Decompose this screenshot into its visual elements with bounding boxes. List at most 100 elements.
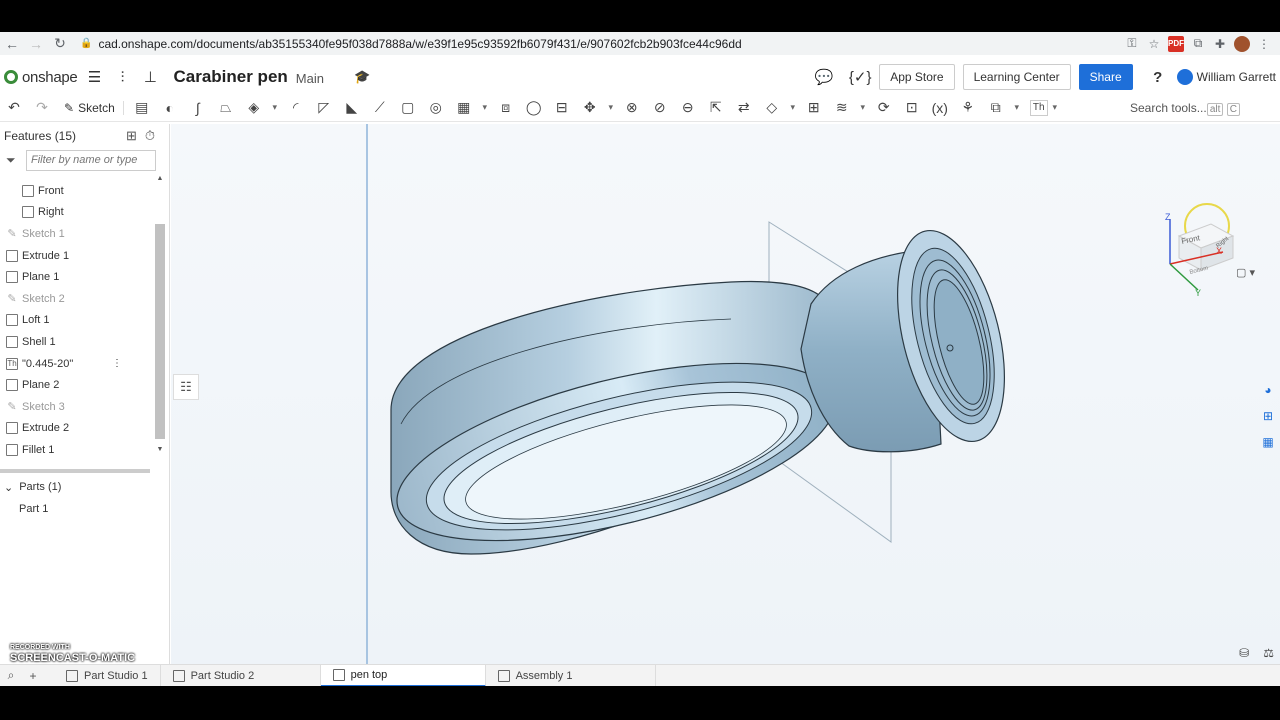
extrude-icon[interactable]: ▤ [128,96,156,120]
plane-icon[interactable]: ◇ [758,96,786,120]
transform-dropdown-icon[interactable]: ▾ [604,96,618,120]
feature-item[interactable]: Plane 2 [0,374,154,396]
scroll-down-icon[interactable]: ▼ [154,443,166,455]
comment-icon[interactable]: 💬 [813,66,835,88]
surface-dropdown-icon[interactable]: ▾ [856,96,870,120]
key-icon[interactable]: ⚿ [1124,36,1140,52]
feature-scrollbar[interactable]: ▲ ▼ [154,172,166,466]
bill-of-materials-icon[interactable]: ▦ [1258,432,1278,452]
surface-icon[interactable]: ≋ [828,96,856,120]
text-dropdown-icon[interactable]: ▾ [1048,96,1062,120]
delete-face-icon[interactable]: ⊖ [674,96,702,120]
profile-avatar[interactable] [1234,35,1250,52]
graduation-cap-icon[interactable]: 🎓 [354,69,370,85]
tab-part-studio[interactable]: pen top [320,664,486,686]
redo-icon[interactable]: ↷ [28,96,56,120]
rollback-marker-icon[interactable]: ⋮ [112,358,122,369]
share-button[interactable]: Share [1078,64,1133,90]
feature-item[interactable]: ✎ Sketch 3 [0,396,154,418]
shell-icon[interactable]: ▢ [394,96,422,120]
delete-part-icon[interactable]: ⊗ [618,96,646,120]
scroll-up-icon[interactable]: ▲ [154,172,166,184]
ring-body[interactable] [380,280,851,577]
tab-assembly[interactable]: Assembly 1 [486,664,656,686]
puzzle-icon[interactable]: ✚ [1212,36,1228,52]
fillet-icon[interactable]: ◜ [282,96,310,120]
threaded-cap[interactable] [800,220,1024,453]
sketch-button[interactable]: ✎ Sketch [56,100,124,115]
branch-icon[interactable]: ⊥ [139,66,161,88]
forward-icon[interactable]: → [24,34,48,54]
draft-icon[interactable]: ◣ [338,96,366,120]
feature-item[interactable]: Loft 1 [0,310,154,332]
section-view-icon[interactable]: ⧉ [982,96,1010,120]
feature-item[interactable]: Plane 1 [0,266,154,288]
add-tab-icon[interactable]: + [22,665,44,687]
feature-item[interactable]: Th "0.445-20" ⋮ [0,353,154,375]
frame-icon[interactable]: ⚘ [954,96,982,120]
search-tools-input[interactable]: Search tools... alt C [1126,96,1244,120]
move-face-icon[interactable]: ⇱ [702,96,730,120]
thicken-icon[interactable]: ◈ [240,96,268,120]
help-icon[interactable]: ? [1147,66,1169,88]
plane-dropdown-icon[interactable]: ▾ [786,96,800,120]
loft-icon[interactable]: ⏢ [212,96,240,120]
panel-divider[interactable] [0,469,150,473]
sweep-icon[interactable]: ∫ [184,96,212,120]
scroll-thumb[interactable] [155,224,165,439]
graphics-viewport[interactable]: Z X Y Front Right Bottom ◕ ⊞ ▦ ⛁ ⚖ [171,124,1280,664]
thicken-dropdown-icon[interactable]: ▾ [268,96,282,120]
appearance-icon[interactable]: ◕ [1258,380,1278,400]
parts-header[interactable]: ⌄ Parts (1) [0,476,170,498]
chamfer-icon[interactable]: ◸ [310,96,338,120]
sheet-metal-icon[interactable]: ⊞ [800,96,828,120]
revolve-icon[interactable]: ◐ [156,96,184,120]
feature-item[interactable]: ✎ Sketch 1 [0,223,154,245]
search-tabs-icon[interactable]: ⌕ [0,665,22,687]
feature-item[interactable]: Front [0,180,154,202]
version-graph-icon[interactable]: ⫶ [111,66,133,88]
helix-icon[interactable]: ⟳ [870,96,898,120]
rib-icon[interactable]: ⟋ [366,96,394,120]
section-dropdown-icon[interactable]: ▾ [1010,96,1024,120]
back-icon[interactable]: ← [0,34,24,54]
split-icon[interactable]: ⊟ [548,96,576,120]
modify-fillet-icon[interactable]: ⊘ [646,96,674,120]
feature-item[interactable]: Shell 1 [0,331,154,353]
feature-item[interactable]: Right [0,202,154,224]
add-folder-icon[interactable]: ⊞ [126,128,137,144]
user-menu[interactable]: William Garrett [1176,69,1276,85]
filter-icon[interactable]: ⏷ [6,153,26,168]
measure-icon[interactable]: ⊡ [898,96,926,120]
app-store-button[interactable]: App Store [879,64,955,90]
feature-item[interactable]: ✎ Sketch 2 [0,288,154,310]
pdf-extension-icon[interactable]: PDF [1168,35,1184,52]
browser-menu-icon[interactable]: ⋮ [1256,36,1272,52]
text-tool-icon[interactable]: Th [1029,99,1048,116]
tab-part-studio[interactable]: Part Studio 2 [161,664,321,686]
workspace-name[interactable]: Main [296,71,324,86]
part-item[interactable]: Part 1 [0,498,170,520]
view-cube-menu-icon[interactable]: ▢ ▾ [1236,266,1255,279]
feature-item[interactable]: Extrude 2 [0,418,154,440]
mirror-icon[interactable]: ⧈ [492,96,520,120]
transform-icon[interactable]: ✥ [576,96,604,120]
view-cube[interactable]: Z X Y Front Right Bottom [1165,203,1235,298]
onshape-logo[interactable]: onshape [4,69,78,86]
extension-icon[interactable]: ⧉ [1190,36,1206,52]
units-icon[interactable]: ⚖ [1263,646,1274,660]
filter-input[interactable] [26,149,156,171]
rollback-timer-icon[interactable]: ⏱ [145,128,155,144]
feature-item[interactable]: Extrude 1 [0,245,154,267]
featurescript-icon[interactable]: {✓} [849,66,872,88]
render-mode-icon[interactable]: ⛁ [1239,646,1249,660]
list-toggle-icon[interactable]: ☷ [173,374,199,400]
hamburger-menu-icon[interactable]: ☰ [83,66,105,88]
undo-icon[interactable]: ↶ [0,96,28,120]
mate-connector-icon[interactable]: ⊞ [1258,406,1278,426]
document-title[interactable]: Carabiner pen [173,67,287,87]
replace-face-icon[interactable]: ⇄ [730,96,758,120]
pattern-dropdown-icon[interactable]: ▾ [478,96,492,120]
pattern-icon[interactable]: ▦ [450,96,478,120]
variable-icon[interactable]: (x) [926,96,954,120]
